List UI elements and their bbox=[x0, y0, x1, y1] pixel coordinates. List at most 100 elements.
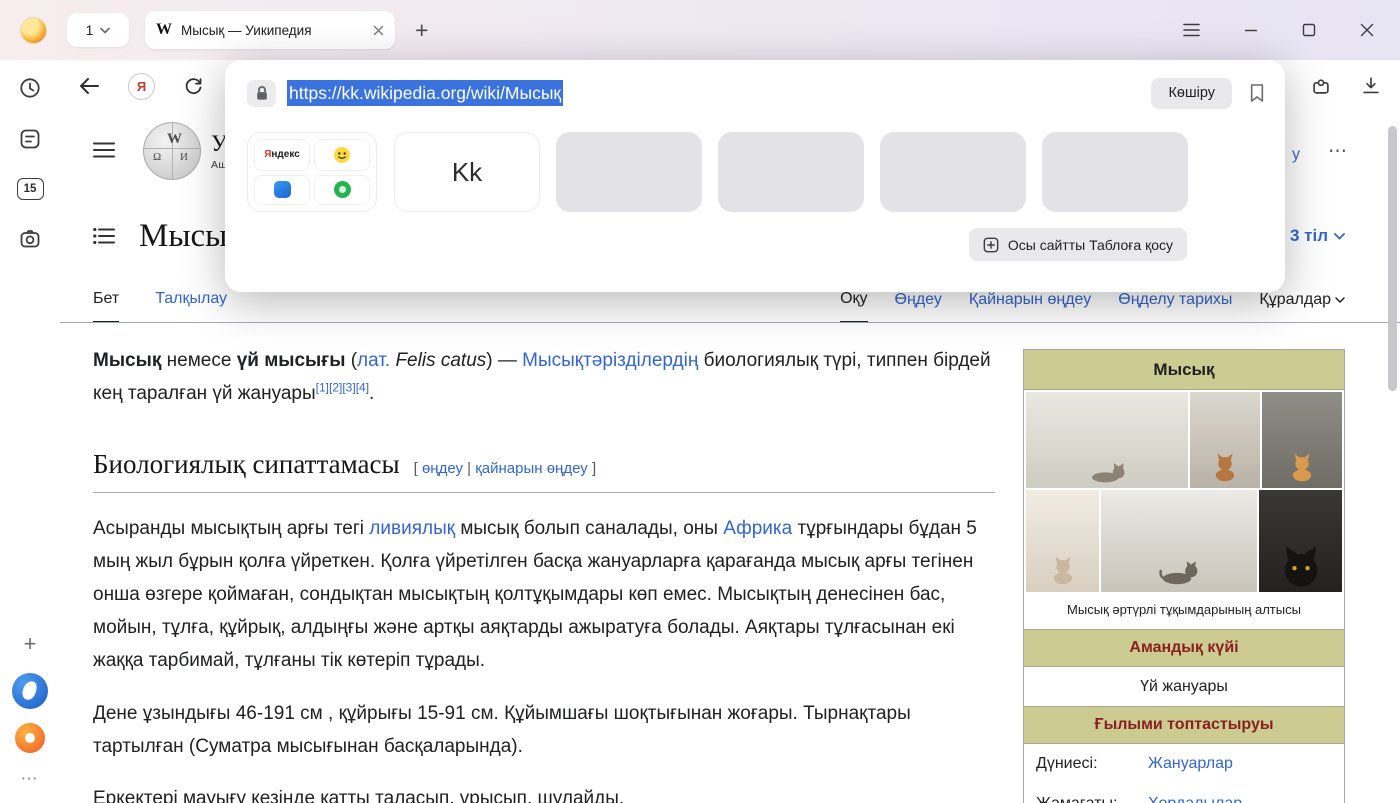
add-to-tablo-button[interactable]: Осы сайтты Таблоға қосу bbox=[969, 228, 1187, 261]
tab-edit[interactable]: Өңдеу bbox=[895, 291, 942, 322]
taxonomy-label: Жамағаты: bbox=[1036, 790, 1148, 803]
maximize-icon[interactable] bbox=[1298, 19, 1320, 41]
tablo-tiles: Яндекс Kk bbox=[247, 132, 1265, 212]
cat-photo-1[interactable] bbox=[1026, 392, 1188, 488]
wiki-link[interactable]: лат. bbox=[357, 350, 390, 371]
screenshot-icon[interactable] bbox=[18, 227, 42, 251]
text-segment: үй мысығы bbox=[237, 350, 346, 371]
browser-menu-icon[interactable] bbox=[1179, 19, 1204, 41]
text-segment: | bbox=[463, 460, 475, 477]
taxonomy-value-link[interactable]: Хордалылар bbox=[1148, 790, 1242, 803]
hamburger-menu-icon[interactable] bbox=[93, 142, 115, 158]
minimize-icon[interactable] bbox=[1240, 19, 1262, 41]
tablo-action-row: Осы сайтты Таблоға қосу bbox=[247, 228, 1265, 261]
reference-link[interactable]: [4] bbox=[356, 381, 369, 395]
feed-icon[interactable] bbox=[18, 127, 42, 151]
toc-icon[interactable] bbox=[93, 227, 115, 245]
reference-link[interactable]: [3] bbox=[342, 381, 355, 395]
infobox-status-header: Амандық күйі bbox=[1024, 629, 1344, 667]
cat-photo-5[interactable] bbox=[1101, 490, 1257, 592]
tab-bar: 1 W Мысық — Уикипедия + bbox=[0, 0, 1400, 60]
infobox: Мысық Мысық әртүрлі тұқымд bbox=[1023, 349, 1345, 803]
language-selector[interactable]: 3 тіл bbox=[1290, 226, 1345, 246]
wiki-link[interactable]: Мысықтәрізділердің bbox=[522, 350, 698, 371]
sidebar-tab-count[interactable]: 15 bbox=[17, 178, 44, 200]
account-link-fragment[interactable]: у bbox=[1292, 146, 1300, 164]
green-service-icon[interactable] bbox=[314, 175, 370, 206]
tab-edit-source[interactable]: Қайнарын өңдеу bbox=[969, 291, 1091, 322]
taxonomy-value-link[interactable]: Жануарлар bbox=[1148, 750, 1233, 778]
history-icon[interactable] bbox=[18, 76, 42, 100]
header-more-icon[interactable]: ⋯ bbox=[1328, 140, 1348, 163]
chevron-down-icon bbox=[1335, 297, 1345, 303]
tab-history[interactable]: Өңделу тарихы bbox=[1118, 291, 1232, 322]
reload-icon[interactable] bbox=[183, 76, 204, 97]
yandex-search-icon[interactable]: Я bbox=[128, 73, 155, 100]
wiki-link[interactable]: Африка bbox=[723, 518, 792, 539]
bookmark-icon[interactable] bbox=[1249, 83, 1265, 103]
empty-tablo-slot bbox=[556, 132, 702, 212]
address-bar: https://kk.wikipedia.org/wiki/Мысық Көші… bbox=[247, 76, 1265, 110]
tab-page[interactable]: Бет bbox=[93, 290, 119, 322]
text-segment: Еркектері мауығу кезінде қатты таласып, … bbox=[93, 788, 624, 803]
add-to-tablo-label: Осы сайтты Таблоға қосу bbox=[1008, 237, 1173, 253]
tab-talk[interactable]: Талқылау bbox=[155, 290, 227, 322]
section-heading: Биологиялық сипаттамасы [ өңдеу | қайнар… bbox=[93, 441, 995, 494]
copy-url-button[interactable]: Көшіру bbox=[1151, 78, 1232, 109]
text-segment: немесе bbox=[161, 350, 236, 371]
browser-sidebar: 15 + ⋯ bbox=[0, 60, 60, 803]
yandex-services-tile: Яндекс bbox=[247, 132, 377, 212]
extensions-icon[interactable] bbox=[1310, 75, 1332, 97]
cat-photo-6[interactable] bbox=[1259, 490, 1342, 592]
sidebar-more-icon[interactable]: ⋯ bbox=[21, 769, 40, 789]
reference-link[interactable]: [2] bbox=[329, 381, 342, 395]
kk-wikipedia-tile[interactable]: Kk bbox=[394, 132, 540, 212]
wiki-link[interactable]: өңдеу bbox=[422, 460, 463, 477]
url-input[interactable]: https://kk.wikipedia.org/wiki/Мысық bbox=[287, 83, 563, 104]
infobox-title: Мысық bbox=[1024, 350, 1344, 390]
wiki-link[interactable]: ливиялық bbox=[369, 518, 455, 539]
tab-group-counter[interactable]: 1 bbox=[67, 13, 129, 47]
article-body: Мысық Мысық әртүрлі тұқымд bbox=[60, 323, 1400, 803]
sidebar-add-icon[interactable]: + bbox=[24, 633, 37, 655]
infobox-caption: Мысық әртүрлі тұқымдарының алтысы bbox=[1024, 594, 1344, 628]
tab-read[interactable]: Оқу bbox=[840, 290, 867, 322]
tab-title: Мысық — Уикипедия bbox=[181, 23, 364, 38]
infobox-image-grid bbox=[1024, 390, 1344, 594]
scrollbar-thumb[interactable] bbox=[1388, 126, 1397, 391]
empty-tablo-slot bbox=[1042, 132, 1188, 212]
section-heading-title: Биологиялық сипаттамасы bbox=[93, 441, 400, 488]
new-tab-button[interactable]: + bbox=[409, 17, 434, 44]
chevron-down-icon bbox=[100, 27, 110, 34]
orange-app-logo[interactable] bbox=[15, 723, 45, 753]
wiki-link[interactable]: қайнарын өңдеу bbox=[475, 460, 588, 477]
site-security-button[interactable] bbox=[247, 80, 276, 107]
cat-photo-3[interactable] bbox=[1262, 392, 1342, 488]
blue-service-icon[interactable] bbox=[254, 175, 310, 206]
empty-tablo-slot bbox=[718, 132, 864, 212]
text-segment: ( bbox=[345, 350, 357, 371]
cat-photo-4[interactable] bbox=[1026, 490, 1099, 592]
profile-avatar[interactable] bbox=[20, 17, 47, 44]
browser-tab-active[interactable]: W Мысық — Уикипедия bbox=[145, 11, 395, 49]
yandex-browser-logo[interactable] bbox=[12, 673, 48, 709]
text-segment: ] bbox=[588, 460, 596, 477]
text-segment: Асыранды мысықтың арғы тегі bbox=[93, 518, 369, 539]
tab-tools[interactable]: Құралдар bbox=[1259, 291, 1345, 322]
text-segment: Мысық bbox=[93, 350, 161, 371]
reference-link[interactable]: [1] bbox=[316, 381, 329, 395]
empty-tablo-slot bbox=[880, 132, 1026, 212]
window-controls bbox=[1179, 19, 1378, 41]
language-count: 3 тіл bbox=[1290, 226, 1328, 246]
infobox-taxonomy-header: Ғылыми топтастыруы bbox=[1024, 706, 1344, 744]
wikipedia-favicon: W bbox=[156, 21, 172, 39]
wikipedia-globe-icon: WΩИ bbox=[143, 122, 201, 180]
downloads-icon[interactable] bbox=[1360, 75, 1382, 97]
text-segment: . bbox=[369, 383, 374, 404]
back-icon[interactable] bbox=[78, 76, 100, 96]
close-icon[interactable] bbox=[1356, 19, 1378, 41]
alice-smiley-icon[interactable] bbox=[314, 139, 370, 171]
tab-close-icon[interactable] bbox=[373, 25, 384, 36]
yandex-service-logo[interactable]: Яндекс bbox=[254, 139, 310, 171]
cat-photo-2[interactable] bbox=[1190, 392, 1260, 488]
